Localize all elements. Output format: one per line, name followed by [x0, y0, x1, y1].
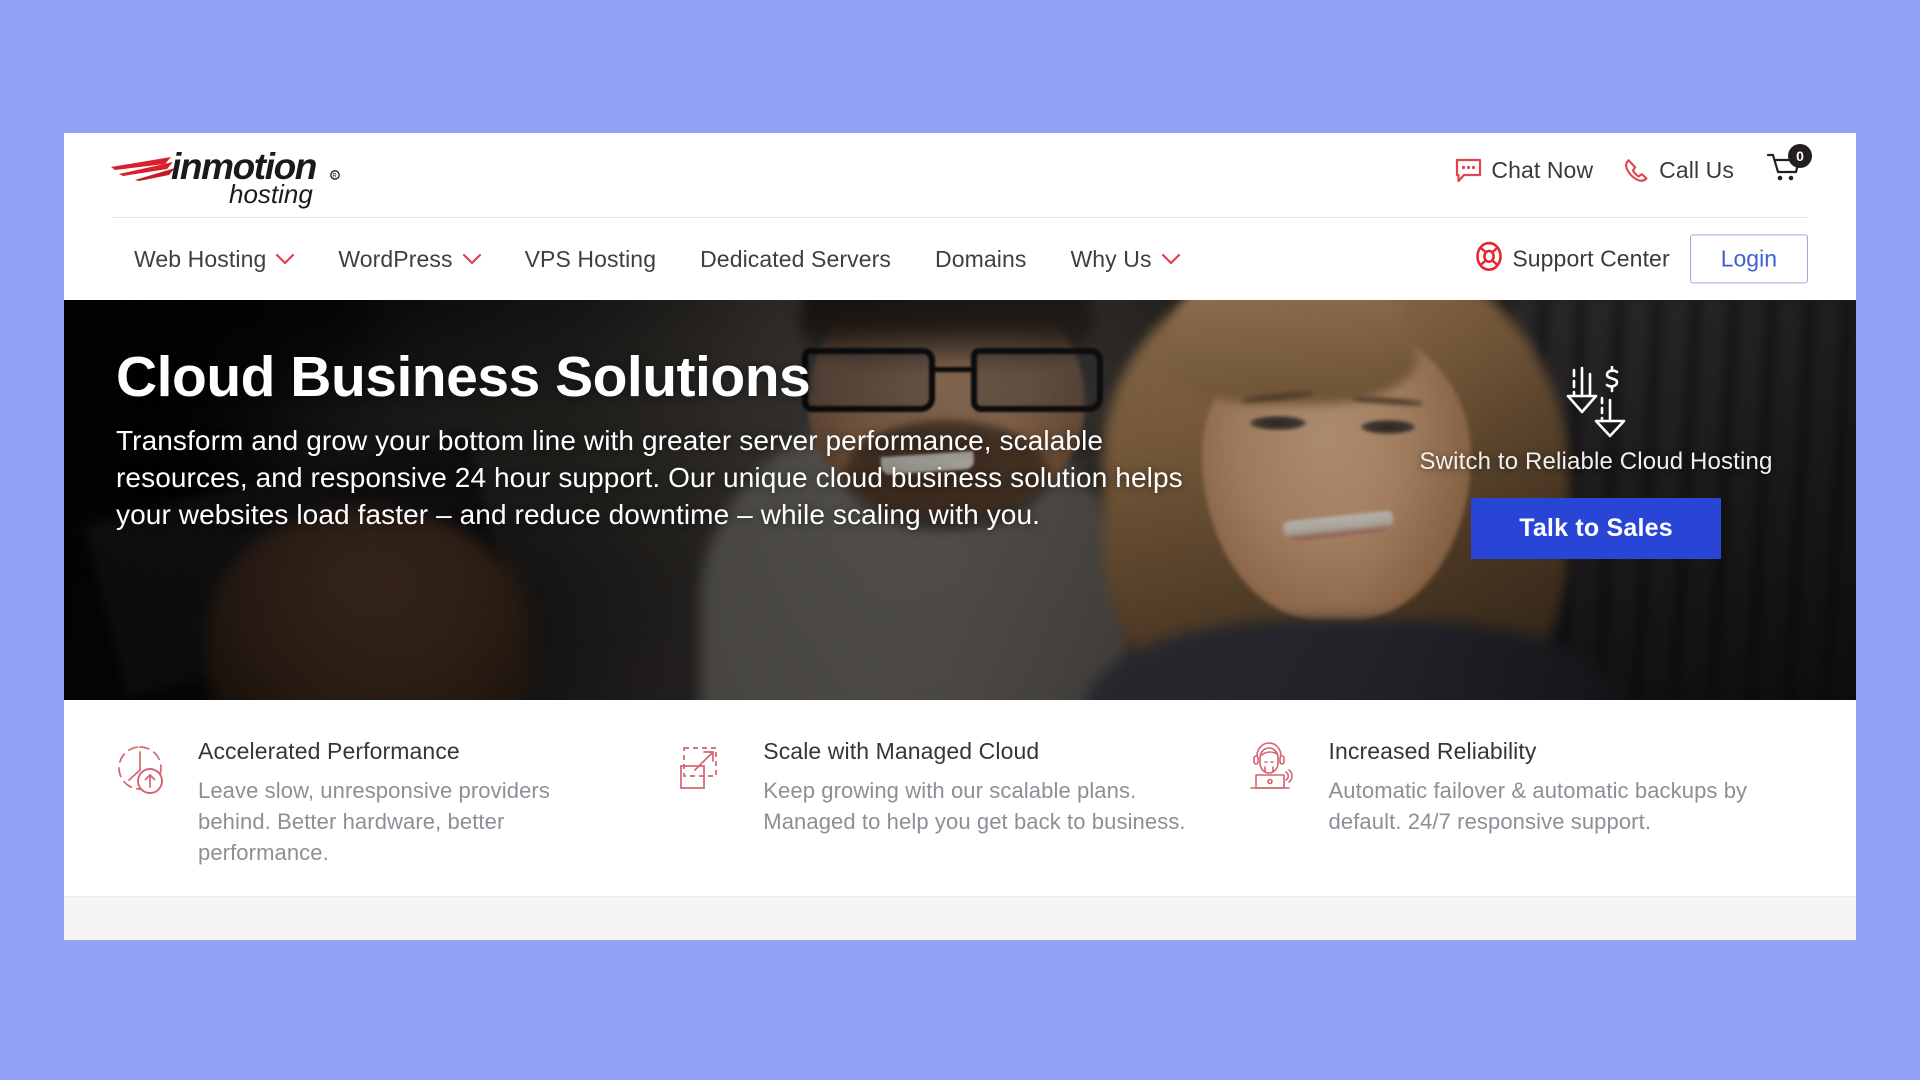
cost-savings-down-arrow-dollar-icon [1406, 366, 1786, 438]
nav-label: WordPress [338, 245, 453, 272]
svg-text:hosting: hosting [229, 179, 313, 209]
main-navigation: Web Hosting WordPress VPS Hosting Dedica… [64, 218, 1856, 300]
hero-text-block: Cloud Business Solutions Transform and g… [116, 345, 1236, 534]
hero-banner: Cloud Business Solutions Transform and g… [64, 300, 1856, 700]
shopping-cart-icon [1766, 153, 1804, 189]
nav-label: Domains [935, 245, 1027, 272]
hero-cta-block: Switch to Reliable Cloud Hosting Talk to… [1406, 366, 1786, 559]
hero-cta-tagline: Switch to Reliable Cloud Hosting [1419, 448, 1773, 475]
nav-item-vps-hosting[interactable]: VPS Hosting [503, 236, 679, 283]
nav-label: VPS Hosting [524, 245, 657, 272]
svg-text:R: R [332, 174, 337, 180]
feature-item: Accelerated Performance Leave slow, unre… [112, 738, 677, 869]
features-section: Accelerated Performance Leave slow, unre… [64, 700, 1856, 889]
page-bottom-strip [64, 896, 1856, 940]
chevron-down-icon [1161, 253, 1180, 265]
top-bar-actions: Chat Now Call Us 0 [1453, 144, 1812, 194]
feature-text: Scale with Managed Cloud Keep growing wi… [763, 738, 1188, 869]
nav-item-web-hosting[interactable]: Web Hosting [112, 236, 316, 283]
life-ring-icon [1475, 241, 1503, 277]
feature-item: Increased Reliability Automatic failover… [1243, 738, 1808, 869]
feature-title: Accelerated Performance [198, 738, 460, 764]
phone-icon [1623, 157, 1650, 184]
hero-subtitle: Transform and grow your bottom line with… [116, 424, 1183, 531]
nav-item-domains[interactable]: Domains [913, 236, 1048, 283]
nav-label: Web Hosting [134, 245, 267, 272]
nav-label: Dedicated Servers [700, 245, 891, 272]
feature-text: Increased Reliability Automatic failover… [1329, 738, 1754, 869]
site-logo[interactable]: inmotion R hosting [109, 141, 359, 209]
nav-label: Why Us [1070, 245, 1152, 272]
support-agent-laptop-icon [1243, 738, 1303, 869]
feature-title: Increased Reliability [1328, 738, 1537, 764]
nav-items: Web Hosting WordPress VPS Hosting Dedica… [112, 236, 1202, 283]
feature-text: Accelerated Performance Leave slow, unre… [198, 738, 623, 869]
feature-title: Scale with Managed Cloud [763, 738, 1040, 764]
nav-item-why-us[interactable]: Why Us [1048, 236, 1201, 283]
talk-to-sales-button[interactable]: Talk to Sales [1471, 498, 1721, 559]
feature-description: Keep growing with our scalable plans. Ma… [763, 778, 1186, 835]
call-us-label: Call Us [1659, 157, 1734, 183]
cart-button[interactable]: 0 [1762, 144, 1812, 194]
support-center-link[interactable]: Support Center [1475, 241, 1670, 277]
chat-now-label: Chat Now [1491, 157, 1594, 183]
cart-count-badge: 0 [1788, 144, 1812, 168]
feature-description: Leave slow, unresponsive providers behin… [198, 778, 550, 866]
nav-item-wordpress[interactable]: WordPress [316, 236, 502, 283]
nav-item-dedicated-servers[interactable]: Dedicated Servers [678, 236, 913, 283]
support-center-label: Support Center [1512, 245, 1670, 272]
chat-bubble-icon [1455, 158, 1482, 184]
scale-expand-arrow-icon [677, 738, 737, 869]
chevron-down-icon [462, 253, 481, 265]
page-container: inmotion R hosting Chat Now Call Us 0 We… [64, 133, 1856, 940]
feature-description: Automatic failover & automatic backups b… [1328, 778, 1748, 835]
top-bar: inmotion R hosting Chat Now Call Us 0 [64, 133, 1856, 218]
chat-now-link[interactable]: Chat Now [1453, 151, 1595, 190]
feature-item: Scale with Managed Cloud Keep growing wi… [677, 738, 1242, 869]
hero-title: Cloud Business Solutions [116, 345, 811, 409]
nav-actions: Support Center Login [1475, 234, 1808, 284]
login-button[interactable]: Login [1689, 234, 1808, 284]
clock-speed-up-icon [112, 738, 172, 869]
call-us-link[interactable]: Call Us [1621, 151, 1736, 190]
chevron-down-icon [276, 253, 295, 265]
